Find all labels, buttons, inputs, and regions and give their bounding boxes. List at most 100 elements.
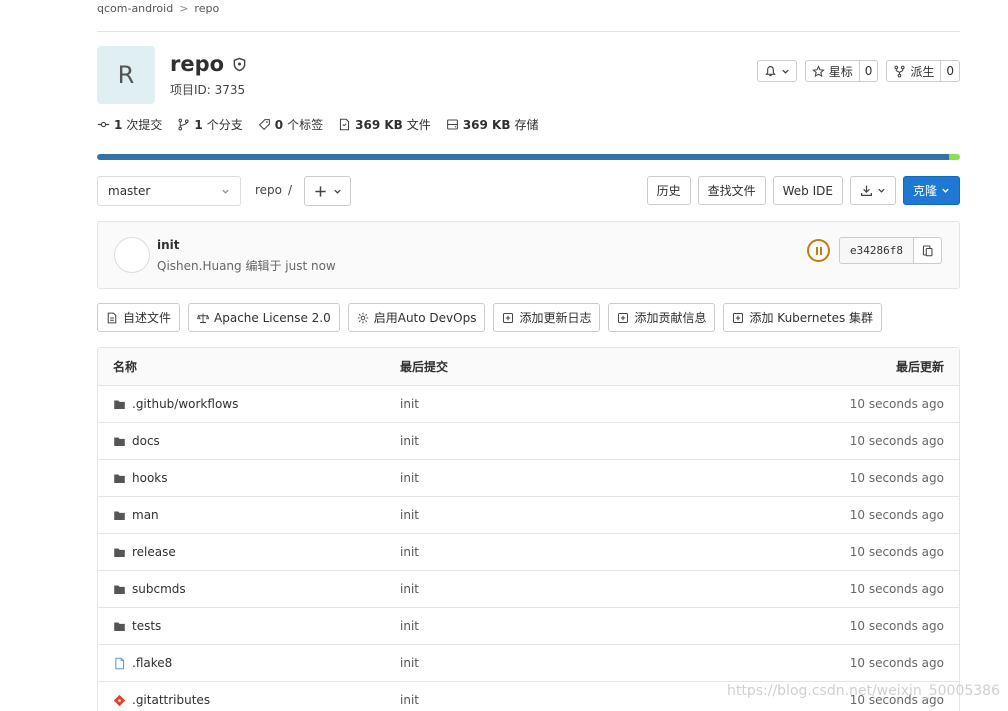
file-name-cell[interactable]: .gitattributes [98,693,385,707]
files-stat[interactable]: 369 KB 文件 [338,116,431,133]
last-commit-cell[interactable]: init [385,693,759,707]
last-update-cell: 10 seconds ago [849,434,944,448]
document-icon [107,312,117,323]
storage-size: 369 KB [462,117,511,132]
notification-dropdown-button[interactable] [756,60,797,82]
file-name-cell[interactable]: release [98,545,385,559]
language-segment-primary[interactable] [97,154,949,160]
file-tree-table: 名称 最后提交 最后更新 .github/workflows init 10 sec… [97,347,960,711]
scale-icon [197,313,210,323]
last-commit-cell[interactable]: init [385,619,759,633]
file-name[interactable]: .github/workflows [132,397,238,411]
repo-path-breadcrumb: repo / [255,183,292,197]
commits-count: 1 [114,117,123,132]
branch-icon [178,118,189,131]
commit-sha-group: e34286f8 [839,237,942,264]
header-divider [97,31,960,32]
last-commit-cell[interactable]: init [385,656,759,670]
file-name-cell[interactable]: docs [98,434,385,448]
file-name[interactable]: tests [132,619,161,633]
branches-stat[interactable]: 1 个分支 [177,116,243,133]
table-row[interactable]: .github/workflows init 10 seconds ago [98,386,959,423]
commit-title-link[interactable]: init [157,238,180,252]
file-name[interactable]: docs [132,434,160,448]
clone-dropdown-button[interactable]: 克隆 [902,176,960,205]
readme-button[interactable]: 自述文件 [97,303,181,332]
last-update-cell: 10 seconds ago [849,471,944,485]
folder-icon [114,584,125,594]
history-button[interactable]: 历史 [646,176,691,205]
project-avatar[interactable]: R [97,46,155,104]
readme-label: 自述文件 [123,311,172,325]
commit-sha-link[interactable]: e34286f8 [839,237,914,264]
file-name[interactable]: release [132,545,176,559]
add-to-tree-dropdown[interactable] [304,176,351,206]
fork-button[interactable]: 派生 [886,60,942,82]
last-commit-cell[interactable]: init [385,434,759,448]
commit-author-avatar[interactable] [114,237,150,273]
add-changelog-button[interactable]: 添加更新日志 [493,303,601,332]
star-count[interactable]: 0 [859,60,879,82]
table-row[interactable]: docs init 10 seconds ago [98,423,959,460]
copy-sha-button[interactable] [913,237,942,264]
file-name-cell[interactable]: .flake8 [98,656,385,670]
file-name-cell[interactable]: .github/workflows [98,397,385,411]
commits-stat[interactable]: 1 次提交 [97,116,162,133]
breadcrumb-group-link[interactable]: qcom-android [97,2,173,15]
table-row[interactable]: hooks init 10 seconds ago [98,460,959,497]
last-commit-cell[interactable]: init [385,582,759,596]
star-label: 星标 [828,64,853,79]
download-dropdown-button[interactable] [849,176,896,205]
web-ide-button[interactable]: Web IDE [772,176,843,205]
last-update-cell: 10 seconds ago [849,545,944,559]
project-header-actions: 星标 0 派生 0 [756,60,960,82]
tags-stat[interactable]: 0 个标签 [258,116,323,133]
file-icon [340,118,350,131]
file-name[interactable]: hooks [132,471,168,485]
project-name: repo [170,52,225,76]
branch-selector[interactable]: master [97,176,241,206]
file-name[interactable]: .gitattributes [132,693,210,707]
folder-icon [114,621,125,631]
last-commit-cell[interactable]: init [385,397,759,411]
auto-devops-button[interactable]: 启用Auto DevOps [347,303,486,332]
add-kubernetes-button[interactable]: 添加 Kubernetes 集群 [723,303,883,332]
commit-meta: Qishen.Huang 编辑于 just now [157,259,336,273]
file-name-cell[interactable]: tests [98,619,385,633]
table-row[interactable]: man init 10 seconds ago [98,497,959,534]
file-name[interactable]: subcmds [132,582,186,596]
file-name[interactable]: .flake8 [132,656,172,670]
commit-icon [97,121,110,128]
file-name-cell[interactable]: subcmds [98,582,385,596]
storage-stat[interactable]: 369 KB 存储 [446,116,539,133]
breadcrumb-project-link[interactable]: repo [194,2,219,15]
language-segment-secondary[interactable] [948,154,960,160]
star-button[interactable]: 星标 [804,60,860,82]
license-button[interactable]: Apache License 2.0 [188,303,340,332]
star-button-group: 星标 0 [804,60,879,82]
file-name-cell[interactable]: hooks [98,471,385,485]
folder-icon [114,399,125,409]
last-commit-cell[interactable]: init [385,508,759,522]
path-root-link[interactable]: repo [255,183,282,197]
table-row[interactable]: tests init 10 seconds ago [98,608,959,645]
column-header-name: 名称 [113,360,138,374]
find-file-button[interactable]: 查找文件 [697,176,766,205]
project-id: 项目ID: 3735 [170,83,246,97]
last-commit-cell[interactable]: init [385,545,759,559]
pipeline-status-icon[interactable] [807,239,830,262]
table-row[interactable]: subcmds init 10 seconds ago [98,571,959,608]
table-row[interactable]: .flake8 init 10 seconds ago [98,645,959,682]
repo-actions: 历史 查找文件 Web IDE 克隆 [646,176,960,205]
table-row[interactable]: release init 10 seconds ago [98,534,959,571]
folder-icon [114,473,125,483]
file-name-cell[interactable]: man [98,508,385,522]
file-name[interactable]: man [132,508,159,522]
last-commit-cell[interactable]: init [385,471,759,485]
add-contributing-button[interactable]: 添加贡献信息 [608,303,716,332]
folder-icon [114,436,125,446]
repository-language-bar[interactable] [97,154,960,160]
plus-square-icon [503,312,514,323]
visibility-shield-icon [233,57,246,71]
fork-count[interactable]: 0 [941,60,960,82]
